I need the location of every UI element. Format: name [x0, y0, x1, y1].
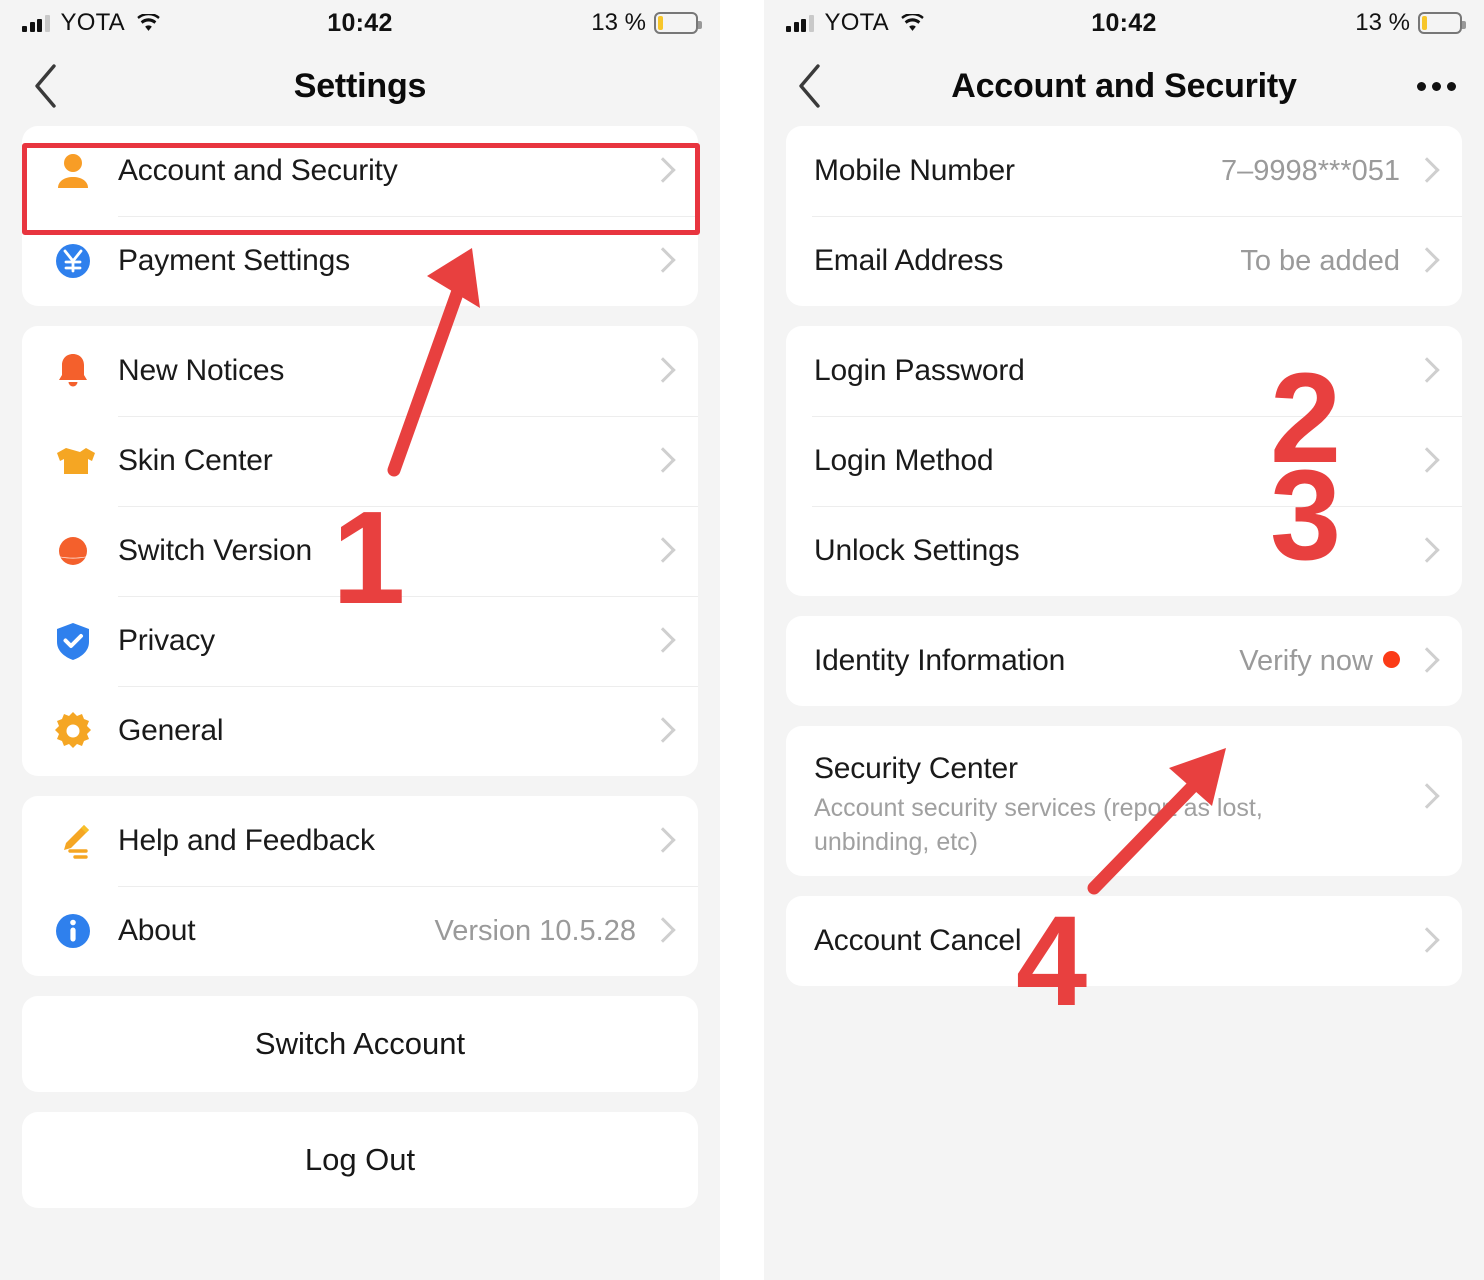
- list-item-label: Security Center: [814, 752, 1018, 785]
- battery-icon: [1418, 12, 1466, 34]
- security-center-group: Security Center Account security service…: [786, 726, 1462, 876]
- list-item-label: Account Cancel: [814, 924, 1022, 957]
- chevron-right-icon: [650, 538, 676, 564]
- identity-group: Identity Information Verify now: [786, 616, 1462, 706]
- chevron-right-icon: [1414, 358, 1440, 384]
- chevron-right-icon: [650, 158, 676, 184]
- security-center-text: Security Center Account security service…: [814, 752, 1304, 860]
- settings-list: Account and Security Payment Settings Ne…: [0, 126, 720, 1208]
- chevron-right-icon: [1414, 248, 1440, 274]
- sidebar-item-label: Payment Settings: [118, 244, 350, 277]
- battery-icon: [654, 12, 702, 34]
- sidebar-item-label: Account and Security: [118, 154, 398, 187]
- list-item-unlock-settings[interactable]: Unlock Settings: [786, 506, 1462, 596]
- bell-icon: [50, 348, 96, 394]
- planet-icon: [50, 528, 96, 574]
- list-item-label: Login Method: [814, 444, 994, 477]
- chevron-right-icon: [1414, 784, 1440, 810]
- page-title: Settings: [293, 66, 427, 105]
- screen-divider: [720, 0, 764, 1280]
- list-item-label: Identity Information: [814, 644, 1066, 677]
- sidebar-item-new-notices[interactable]: New Notices: [22, 326, 698, 416]
- shield-check-icon: [50, 618, 96, 664]
- list-item-label: Unlock Settings: [814, 534, 1020, 567]
- list-item-account-cancel[interactable]: Account Cancel: [786, 896, 1462, 986]
- status-bar-left: YOTA 10:42 13 %: [0, 0, 720, 46]
- log-out-button[interactable]: Log Out: [22, 1112, 698, 1208]
- sidebar-item-switch-version[interactable]: Switch Version: [22, 506, 698, 596]
- list-item-label: Mobile Number: [814, 154, 1015, 187]
- pencil-icon: [50, 818, 96, 864]
- status-badge-dot: [1383, 650, 1400, 668]
- list-item-email-address[interactable]: Email Address To be added: [786, 216, 1462, 306]
- right-phone-screen: YOTA 10:42 13 % Account and Security Mob…: [764, 0, 1484, 1280]
- list-item-label: Login Password: [814, 354, 1025, 387]
- sidebar-item-label: New Notices: [118, 354, 285, 387]
- chevron-right-icon: [1414, 648, 1440, 674]
- chevron-right-icon: [1414, 538, 1440, 564]
- battery-percent-label: 13 %: [1355, 9, 1410, 36]
- chevron-right-icon: [1414, 158, 1440, 184]
- switch-account-card[interactable]: Switch Account: [22, 996, 698, 1092]
- sidebar-item-skin-center[interactable]: Skin Center: [22, 416, 698, 506]
- sidebar-item-label: Skin Center: [118, 444, 273, 477]
- list-item-login-method[interactable]: Login Method: [786, 416, 1462, 506]
- tshirt-icon: [50, 438, 96, 484]
- sidebar-item-payment-settings[interactable]: Payment Settings: [22, 216, 698, 306]
- email-address-value: To be added: [1240, 244, 1400, 277]
- mobile-number-value: 7–9998***051: [1220, 154, 1400, 187]
- chevron-right-icon: [1414, 448, 1440, 474]
- nav-bar-left: Settings: [0, 46, 720, 126]
- status-right-group: 13 %: [1355, 9, 1466, 37]
- identity-status-value: Verify now: [1239, 645, 1414, 678]
- status-right-group: 13 %: [591, 9, 702, 37]
- page-title: Account and Security: [951, 66, 1297, 105]
- chevron-right-icon: [650, 448, 676, 474]
- status-bar-right: YOTA 10:42 13 %: [764, 0, 1484, 46]
- settings-group-general: New Notices Skin Center Switch Version P…: [22, 326, 698, 776]
- contact-group: Mobile Number 7–9998***051 Email Address…: [786, 126, 1462, 306]
- left-phone-screen: YOTA 10:42 13 % Settings Account and Sec…: [0, 0, 720, 1280]
- sidebar-item-label: Privacy: [118, 624, 215, 657]
- sidebar-item-label: About: [118, 914, 196, 947]
- payment-yen-icon: [50, 238, 96, 284]
- list-item-subtitle: Account security services (report as los…: [814, 794, 1263, 856]
- dual-screenshot-container: YOTA 10:42 13 % Settings Account and Sec…: [0, 0, 1484, 1280]
- sidebar-item-label: Help and Feedback: [118, 824, 375, 857]
- sidebar-item-label: Switch Version: [118, 534, 312, 567]
- list-item-label: Email Address: [814, 244, 1004, 277]
- nav-bar-right: Account and Security: [764, 46, 1484, 126]
- log-out-card[interactable]: Log Out: [22, 1112, 698, 1208]
- settings-group-account: Account and Security Payment Settings: [22, 126, 698, 306]
- list-item-identity-information[interactable]: Identity Information Verify now: [786, 616, 1462, 706]
- battery-percent-label: 13 %: [591, 9, 646, 36]
- chevron-right-icon: [650, 828, 676, 854]
- settings-group-help: Help and Feedback About Version 10.5.28: [22, 796, 698, 976]
- sidebar-item-about[interactable]: About Version 10.5.28: [22, 886, 698, 976]
- info-icon: [50, 908, 96, 954]
- sidebar-item-general[interactable]: General: [22, 686, 698, 776]
- sidebar-item-account-and-security[interactable]: Account and Security: [22, 126, 698, 216]
- app-version-value: Version 10.5.28: [434, 914, 636, 947]
- person-icon: [50, 148, 96, 194]
- chevron-right-icon: [650, 248, 676, 274]
- list-item-login-password[interactable]: Login Password: [786, 326, 1462, 416]
- verify-now-text: Verify now: [1239, 644, 1373, 677]
- sidebar-item-privacy[interactable]: Privacy: [22, 596, 698, 686]
- gear-icon: [50, 708, 96, 754]
- more-dots-icon[interactable]: [1417, 81, 1456, 91]
- chevron-right-icon: [650, 718, 676, 744]
- chevron-right-icon: [650, 628, 676, 654]
- switch-account-button[interactable]: Switch Account: [22, 996, 698, 1092]
- chevron-right-icon: [1414, 928, 1440, 954]
- sidebar-item-help-and-feedback[interactable]: Help and Feedback: [22, 796, 698, 886]
- account-security-list: Mobile Number 7–9998***051 Email Address…: [764, 126, 1484, 986]
- list-item-security-center[interactable]: Security Center Account security service…: [786, 726, 1462, 876]
- chevron-right-icon: [650, 358, 676, 384]
- list-item-mobile-number[interactable]: Mobile Number 7–9998***051: [786, 126, 1462, 216]
- chevron-right-icon: [650, 918, 676, 944]
- sidebar-item-label: General: [118, 714, 224, 747]
- account-cancel-group: Account Cancel: [786, 896, 1462, 986]
- login-group: Login Password Login Method Unlock Setti…: [786, 326, 1462, 596]
